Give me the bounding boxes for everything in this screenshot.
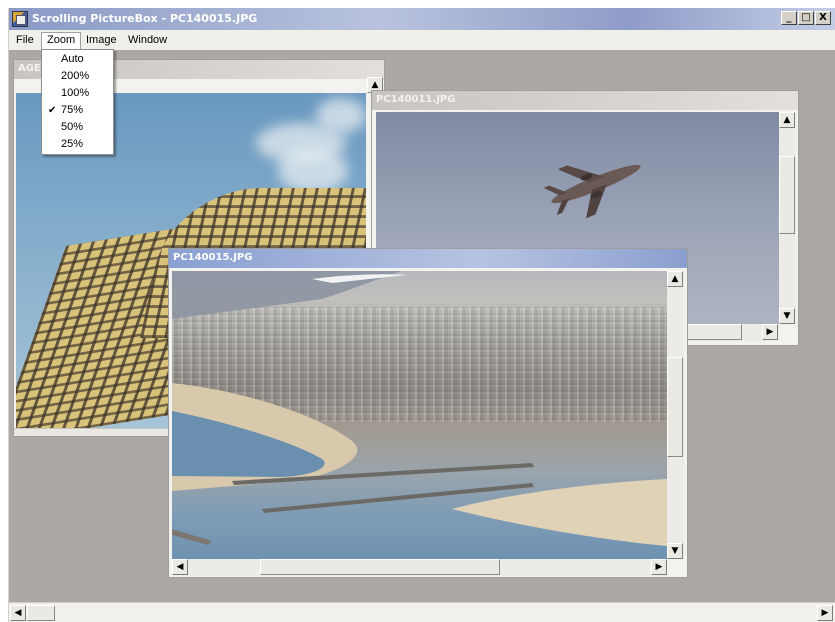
zoom-25[interactable]: 25% bbox=[42, 136, 113, 153]
menu-file[interactable]: File bbox=[11, 33, 39, 49]
child-title: PC140011.JPG bbox=[376, 94, 456, 105]
coast-picture bbox=[172, 271, 667, 559]
scroll-right-button[interactable]: ▶ bbox=[651, 559, 667, 575]
scroll-left-button[interactable]: ◀ bbox=[10, 605, 26, 621]
scroll-right-button[interactable]: ▶ bbox=[762, 324, 778, 340]
horizontal-scrollbar[interactable]: ◀ ▶ bbox=[172, 559, 667, 576]
mdi-client-area: AGE0 ▲ PC140011.JPG ▲ ▼ ▶ PC140015.JPG ▲… bbox=[9, 50, 835, 602]
child-title-bar[interactable]: PC140011.JPG bbox=[372, 91, 798, 110]
maximize-button[interactable]: □ bbox=[798, 11, 814, 25]
scroll-thumb[interactable] bbox=[667, 357, 683, 457]
scroll-thumb[interactable] bbox=[27, 605, 55, 621]
scroll-left-button[interactable]: ◀ bbox=[172, 559, 188, 575]
coast-scene bbox=[172, 271, 667, 546]
zoom-75[interactable]: ✔ 75% bbox=[42, 102, 113, 119]
menu-window[interactable]: Window bbox=[123, 33, 172, 49]
child-title: PC140015.JPG bbox=[173, 252, 253, 263]
scroll-thumb[interactable] bbox=[779, 156, 795, 234]
menu-image[interactable]: Image bbox=[81, 33, 122, 49]
zoom-100[interactable]: 100% bbox=[42, 85, 113, 102]
zoom-dropdown-menu: Auto 200% 100% ✔ 75% 50% 25% bbox=[41, 49, 114, 155]
app-window: Scrolling PictureBox - PC140015.JPG _ □ … bbox=[8, 8, 835, 622]
menu-bar: File Zoom Image Window bbox=[9, 30, 835, 50]
child-title-bar[interactable]: PC140015.JPG bbox=[169, 249, 687, 268]
scroll-down-button[interactable]: ▼ bbox=[779, 308, 795, 324]
zoom-auto[interactable]: Auto bbox=[42, 51, 113, 68]
main-title-bar[interactable]: Scrolling PictureBox - PC140015.JPG _ □ … bbox=[9, 8, 835, 30]
scroll-up-button[interactable]: ▲ bbox=[779, 112, 795, 128]
zoom-200[interactable]: 200% bbox=[42, 68, 113, 85]
scroll-down-button[interactable]: ▼ bbox=[667, 543, 683, 559]
zoom-50[interactable]: 50% bbox=[42, 119, 113, 136]
scroll-thumb[interactable] bbox=[260, 559, 500, 575]
vertical-scrollbar[interactable]: ▲ ▼ bbox=[667, 271, 684, 559]
window-title: Scrolling PictureBox - PC140015.JPG bbox=[32, 12, 258, 25]
main-horizontal-scrollbar[interactable]: ◀ ▶ bbox=[9, 602, 835, 622]
child-window-coast[interactable]: PC140015.JPG ▲ ▼ ◀ ▶ bbox=[168, 248, 688, 578]
menu-zoom[interactable]: Zoom bbox=[41, 32, 82, 50]
scroll-up-button[interactable]: ▲ bbox=[667, 271, 683, 287]
checkmark-icon: ✔ bbox=[48, 105, 57, 116]
minimize-button[interactable]: _ bbox=[781, 11, 797, 25]
scroll-right-button[interactable]: ▶ bbox=[817, 605, 833, 621]
app-icon[interactable] bbox=[12, 11, 28, 27]
vertical-scrollbar[interactable]: ▲ ▼ bbox=[779, 112, 796, 324]
close-button[interactable]: X bbox=[815, 11, 831, 25]
zoom-75-label: 75% bbox=[61, 104, 84, 116]
